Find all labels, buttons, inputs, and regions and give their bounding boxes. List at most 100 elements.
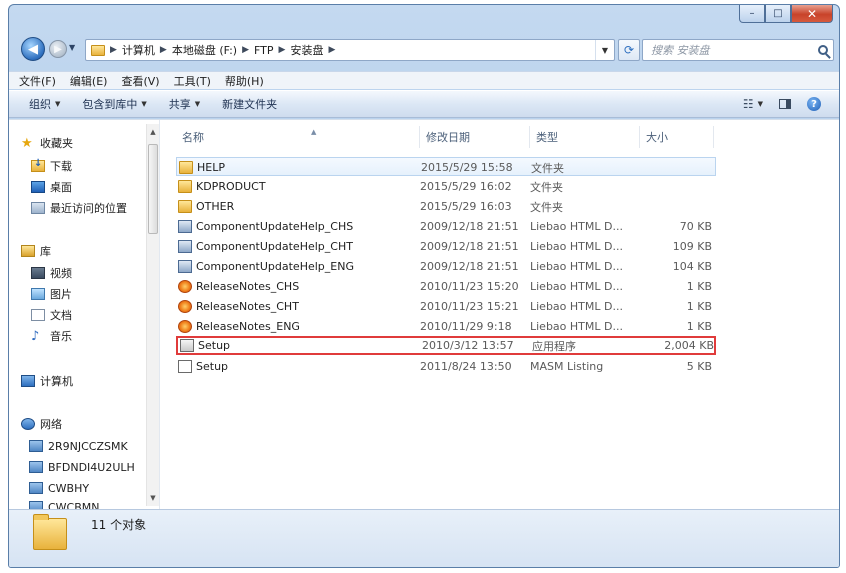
file-row[interactable]: ReleaseNotes_CHS 2010/11/23 15:20 Liebao… bbox=[176, 277, 716, 296]
html-icon bbox=[178, 280, 192, 293]
folder-icon bbox=[33, 514, 67, 550]
file-size: 1 KB bbox=[686, 280, 712, 293]
nav-scrollbar[interactable]: ▲ ▼ bbox=[146, 124, 159, 506]
recent-places-icon bbox=[31, 202, 45, 214]
breadcrumb-label: 计算机 bbox=[121, 44, 155, 57]
nav-network[interactable]: 网络 bbox=[21, 415, 62, 433]
menu-edit[interactable]: 编辑(E) bbox=[70, 73, 108, 89]
maximize-button[interactable]: □ bbox=[765, 5, 791, 23]
nav-label: 桌面 bbox=[50, 181, 72, 194]
file-row[interactable]: HELP 2015/5/29 15:58 文件夹 bbox=[176, 157, 716, 176]
nav-downloads[interactable]: 下载 bbox=[31, 157, 72, 175]
forward-button[interactable]: ▶ bbox=[49, 40, 67, 58]
file-row[interactable]: ReleaseNotes_CHT 2010/11/23 15:21 Liebao… bbox=[176, 297, 716, 316]
nav-libraries[interactable]: 库 bbox=[21, 242, 51, 260]
include-in-library-label: 包含到库中 bbox=[82, 98, 138, 111]
breadcrumb-label: FTP bbox=[254, 43, 274, 57]
breadcrumb-install-disc[interactable]: ▶ 安装盘 bbox=[279, 42, 324, 58]
caption-buttons: – □ ✕ bbox=[739, 5, 833, 25]
breadcrumb-computer[interactable]: ▶ 计算机 bbox=[110, 42, 155, 58]
back-arrow-icon: ◀ bbox=[28, 41, 38, 57]
preview-pane-icon[interactable] bbox=[779, 99, 791, 109]
minimize-button[interactable]: – bbox=[739, 5, 765, 23]
html-icon bbox=[178, 320, 192, 333]
breadcrumb-local-disk[interactable]: ▶ 本地磁盘 (F:) bbox=[160, 42, 237, 58]
breadcrumb-more[interactable]: ▶ bbox=[328, 45, 340, 55]
file-row[interactable]: OTHER 2015/5/29 16:03 文件夹 bbox=[176, 197, 716, 216]
column-header-name[interactable]: 名称 ▲ bbox=[176, 126, 420, 148]
file-type: Liebao HTML D... bbox=[530, 320, 623, 333]
menu-help[interactable]: 帮助(H) bbox=[225, 73, 264, 89]
nav-documents[interactable]: 文档 bbox=[31, 306, 72, 324]
nav-pictures[interactable]: 图片 bbox=[31, 285, 72, 303]
close-button[interactable]: ✕ bbox=[791, 5, 833, 23]
file-row-highlighted[interactable]: Setup 2010/3/12 13:57 应用程序 2,004 KB bbox=[176, 336, 716, 355]
file-row[interactable]: ComponentUpdateHelp_CHS 2009/12/18 21:51… bbox=[176, 217, 716, 236]
file-row[interactable]: KDPRODUCT 2015/5/29 16:02 文件夹 bbox=[176, 177, 716, 196]
search-box[interactable] bbox=[642, 39, 834, 61]
help-icon[interactable]: ? bbox=[807, 97, 821, 111]
folder-icon bbox=[91, 44, 105, 56]
nav-label: 库 bbox=[40, 245, 51, 258]
column-header-size[interactable]: 大小 bbox=[640, 126, 714, 148]
organize-button[interactable]: 组织 ▼ bbox=[29, 96, 60, 112]
nav-network-pc[interactable]: 2R9NJCCZSMK bbox=[29, 437, 128, 455]
column-header-type[interactable]: 类型 bbox=[530, 126, 640, 148]
nav-videos[interactable]: 视频 bbox=[31, 264, 72, 282]
search-icon[interactable] bbox=[818, 45, 828, 55]
chevron-right-icon: ▶ bbox=[278, 45, 286, 55]
address-dropdown-icon[interactable]: ▼ bbox=[595, 40, 614, 60]
nav-label: CWBHY bbox=[48, 481, 90, 495]
address-row: ◀ ▶ ▼ ▶ 计算机 ▶ 本地磁盘 (F:) ▶ FTP ▶ 安装盘 ▶ ▼ … bbox=[9, 35, 839, 65]
menu-file[interactable]: 文件(F) bbox=[19, 73, 56, 89]
file-name: ReleaseNotes_ENG bbox=[196, 320, 300, 333]
history-dropdown-icon[interactable]: ▼ bbox=[69, 43, 75, 52]
nav-label: 网络 bbox=[40, 418, 62, 431]
view-options-icon[interactable]: ☷ bbox=[743, 97, 754, 111]
nav-music[interactable]: ♪ 音乐 bbox=[31, 327, 72, 345]
folder-icon bbox=[178, 180, 192, 193]
item-count: 11 个对象 bbox=[91, 518, 147, 532]
menu-bar: 文件(F) 编辑(E) 查看(V) 工具(T) 帮助(H) bbox=[9, 71, 839, 89]
search-input[interactable] bbox=[649, 42, 813, 58]
file-list: 名称 ▲ 修改日期 类型 大小 HELP 2015/5/29 15:58 文件夹… bbox=[160, 120, 839, 510]
file-row[interactable]: ComponentUpdateHelp_ENG 2009/12/18 21:51… bbox=[176, 257, 716, 276]
file-date: 2010/11/23 15:21 bbox=[420, 300, 519, 313]
file-name: Setup bbox=[196, 360, 229, 373]
back-button[interactable]: ◀ bbox=[21, 37, 45, 61]
chevron-down-icon[interactable]: ▼ bbox=[758, 100, 763, 108]
scroll-thumb[interactable] bbox=[148, 144, 158, 234]
include-in-library-button[interactable]: 包含到库中 ▼ bbox=[82, 96, 146, 112]
nav-network-pc[interactable]: CWBHY bbox=[29, 479, 89, 497]
address-bar[interactable]: ▶ 计算机 ▶ 本地磁盘 (F:) ▶ FTP ▶ 安装盘 ▶ ▼ bbox=[85, 39, 615, 61]
file-type: 应用程序 bbox=[532, 339, 576, 353]
nav-desktop[interactable]: 桌面 bbox=[31, 178, 72, 196]
chevron-right-icon: ▶ bbox=[242, 45, 250, 55]
file-size: 109 KB bbox=[672, 240, 712, 253]
file-size: 104 KB bbox=[672, 260, 712, 273]
file-row[interactable]: ComponentUpdateHelp_CHT 2009/12/18 21:51… bbox=[176, 237, 716, 256]
nav-recent-places[interactable]: 最近访问的位置 bbox=[31, 199, 127, 217]
star-icon: ★ bbox=[21, 135, 33, 151]
chm-icon bbox=[178, 240, 192, 253]
nav-computer[interactable]: 计算机 bbox=[21, 372, 73, 390]
chevron-down-icon: ▼ bbox=[55, 100, 61, 108]
scroll-down-icon[interactable]: ▼ bbox=[147, 492, 159, 504]
menu-tools[interactable]: 工具(T) bbox=[174, 73, 211, 89]
breadcrumb-ftp[interactable]: ▶ FTP bbox=[242, 44, 273, 57]
refresh-button[interactable]: ⟳ bbox=[618, 39, 640, 61]
column-header-date[interactable]: 修改日期 bbox=[420, 126, 530, 148]
share-button[interactable]: 共享 ▼ bbox=[169, 96, 200, 112]
nav-label: 最近访问的位置 bbox=[50, 202, 127, 215]
file-size bbox=[640, 197, 712, 216]
nav-favorites[interactable]: ★ 收藏夹 bbox=[21, 134, 73, 152]
nav-network-pc[interactable]: BFDNDI4U2ULH bbox=[29, 458, 135, 476]
menu-view[interactable]: 查看(V) bbox=[121, 73, 159, 89]
file-size bbox=[641, 158, 713, 177]
file-row[interactable]: ReleaseNotes_ENG 2010/11/29 9:18 Liebao … bbox=[176, 317, 716, 336]
details-pane: 11 个对象 bbox=[9, 509, 839, 567]
new-folder-button[interactable]: 新建文件夹 bbox=[222, 96, 277, 112]
file-name: ReleaseNotes_CHS bbox=[196, 280, 300, 293]
file-row[interactable]: Setup 2011/8/24 13:50 MASM Listing 5 KB bbox=[176, 357, 716, 376]
scroll-up-icon[interactable]: ▲ bbox=[147, 126, 159, 138]
